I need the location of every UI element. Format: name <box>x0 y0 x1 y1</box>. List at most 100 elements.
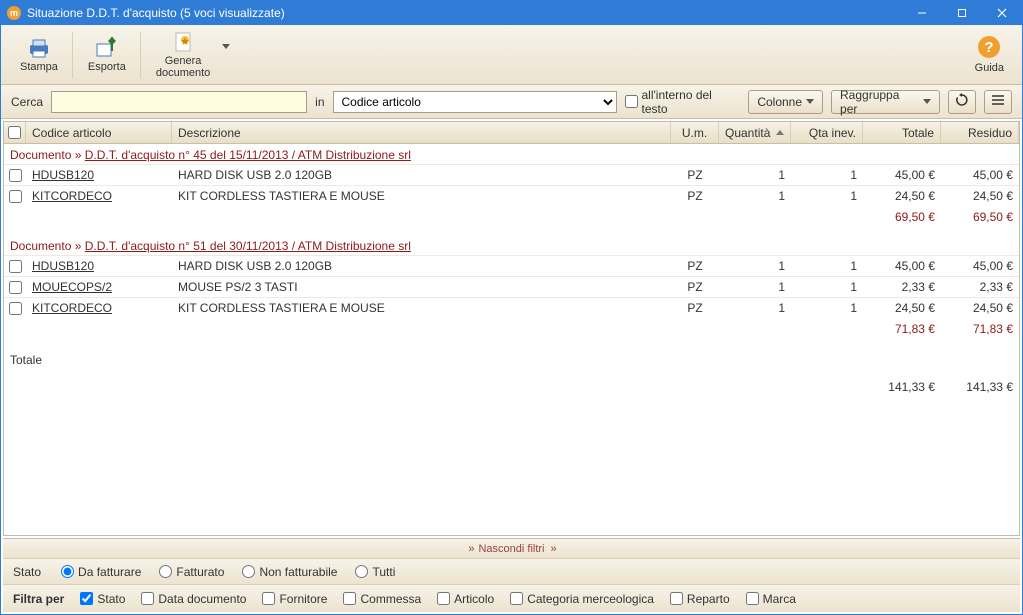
columns-button[interactable]: Colonne <box>748 90 823 114</box>
row-check-cell[interactable] <box>4 298 26 318</box>
row-checkbox[interactable] <box>9 169 22 182</box>
hamburger-icon <box>991 94 1005 109</box>
cell-total: 2,33 € <box>863 277 941 297</box>
cell-residuo: 24,50 € <box>941 186 1019 206</box>
chk-marca[interactable]: Marca <box>746 592 796 606</box>
grand-total-row: 141,33 €141,33 € <box>4 375 1019 399</box>
maximize-button[interactable] <box>942 1 982 25</box>
printer-icon <box>25 36 53 60</box>
row-checkbox[interactable] <box>9 260 22 273</box>
generate-doc-button[interactable]: Genera documento <box>145 28 220 81</box>
cell-qty: 1 <box>719 298 791 318</box>
select-all-checkbox[interactable] <box>8 126 21 139</box>
radio-fatturato[interactable]: Fatturato <box>159 565 224 579</box>
group-header: Documento » D.D.T. d'acquisto n° 45 del … <box>4 144 1019 164</box>
select-all-cell[interactable] <box>4 122 26 143</box>
grand-total-residuo: 141,33 € <box>941 375 1019 399</box>
row-check-cell[interactable] <box>4 277 26 297</box>
hide-filters-label: Nascondi filtri <box>478 543 544 555</box>
chk-articolo[interactable]: Articolo <box>437 592 494 606</box>
code-link[interactable]: HDUSB120 <box>32 259 94 273</box>
chk-fornitore[interactable]: Fornitore <box>262 592 327 606</box>
chk-reparto[interactable]: Reparto <box>670 592 730 606</box>
search-field-combo[interactable]: Codice articolo <box>333 91 617 113</box>
cell-desc: MOUSE PS/2 3 TASTI <box>172 277 671 297</box>
export-button[interactable]: Esporta <box>77 34 136 75</box>
cell-qty: 1 <box>719 256 791 276</box>
group-link[interactable]: D.D.T. d'acquisto n° 45 del 15/11/2013 /… <box>85 148 411 162</box>
row-checkbox[interactable] <box>9 190 22 203</box>
header-qtainev[interactable]: Qta inev. <box>791 122 863 143</box>
header-total[interactable]: Totale <box>863 122 941 143</box>
row-check-cell[interactable] <box>4 186 26 206</box>
main-toolbar: Stampa Esporta Genera documento ? Guida <box>1 25 1022 85</box>
minimize-button[interactable] <box>902 1 942 25</box>
inside-text-checkbox[interactable] <box>625 95 638 108</box>
cell-residuo: 45,00 € <box>941 256 1019 276</box>
header-code[interactable]: Codice articolo <box>26 122 172 143</box>
close-button[interactable] <box>982 1 1022 25</box>
group-header: Documento » D.D.T. d'acquisto n° 51 del … <box>4 235 1019 255</box>
table-row[interactable]: MOUECOPS/2MOUSE PS/2 3 TASTIPZ112,33 €2,… <box>4 276 1019 297</box>
code-link[interactable]: HDUSB120 <box>32 168 94 182</box>
header-qty[interactable]: Quantità <box>719 122 791 143</box>
code-link[interactable]: KITCORDECO <box>32 189 112 203</box>
cell-qty: 1 <box>719 165 791 185</box>
chk-stato[interactable]: Stato <box>80 592 125 606</box>
cell-desc: KIT CORDLESS TASTIERA E MOUSE <box>172 298 671 318</box>
help-icon: ? <box>977 35 1001 62</box>
cell-qtainev: 1 <box>791 256 863 276</box>
subtotal-residuo: 69,50 € <box>941 206 1019 227</box>
print-button[interactable]: Stampa <box>9 34 68 75</box>
menu-button[interactable] <box>984 90 1012 114</box>
radio-da-fatturare[interactable]: Da fatturare <box>61 565 141 579</box>
gendoc-icon <box>169 30 197 54</box>
table-row[interactable]: HDUSB120HARD DISK USB 2.0 120GBPZ1145,00… <box>4 255 1019 276</box>
table-row[interactable]: KITCORDECOKIT CORDLESS TASTIERA E MOUSEP… <box>4 297 1019 318</box>
row-checkbox[interactable] <box>9 281 22 294</box>
cell-um: PZ <box>671 277 719 297</box>
columns-label: Colonne <box>757 95 802 109</box>
radio-tutti[interactable]: Tutti <box>355 565 395 579</box>
group-prefix: Documento <box>10 239 71 253</box>
group-by-button[interactable]: Raggruppa per <box>831 90 940 114</box>
refresh-button[interactable] <box>948 90 976 114</box>
inside-text-check[interactable]: all'interno del testo <box>625 88 741 116</box>
hide-filters-bar[interactable]: » Nascondi filtri » <box>3 538 1020 558</box>
row-checkbox[interactable] <box>9 302 22 315</box>
cell-qty: 1 <box>719 277 791 297</box>
code-link[interactable]: KITCORDECO <box>32 301 112 315</box>
sort-asc-icon <box>776 130 784 135</box>
cell-um: PZ <box>671 186 719 206</box>
cell-total: 45,00 € <box>863 256 941 276</box>
cell-total: 24,50 € <box>863 298 941 318</box>
grand-total-total: 141,33 € <box>863 375 941 399</box>
double-chevron-down-icon: » <box>551 543 555 555</box>
header-desc[interactable]: Descrizione <box>172 122 671 143</box>
data-grid: Codice articolo Descrizione U.m. Quantit… <box>3 121 1020 536</box>
group-subtotal: 69,50 €69,50 € <box>4 206 1019 227</box>
chk-categoria-merceologica[interactable]: Categoria merceologica <box>510 592 654 606</box>
search-bar: Cerca in Codice articolo all'interno del… <box>1 85 1022 119</box>
cell-qtainev: 1 <box>791 298 863 318</box>
cell-code: MOUECOPS/2 <box>26 277 172 297</box>
filter-stato-row: Stato Da fatturare Fatturato Non fattura… <box>3 558 1020 584</box>
header-um[interactable]: U.m. <box>671 122 719 143</box>
help-button[interactable]: ? Guida <box>965 33 1014 76</box>
cell-code: KITCORDECO <box>26 298 172 318</box>
code-link[interactable]: MOUECOPS/2 <box>32 280 112 294</box>
header-residuo[interactable]: Residuo <box>941 122 1019 143</box>
table-row[interactable]: HDUSB120HARD DISK USB 2.0 120GBPZ1145,00… <box>4 164 1019 185</box>
table-row[interactable]: KITCORDECOKIT CORDLESS TASTIERA E MOUSEP… <box>4 185 1019 206</box>
search-input[interactable] <box>51 91 307 113</box>
row-check-cell[interactable] <box>4 165 26 185</box>
chk-commessa[interactable]: Commessa <box>343 592 421 606</box>
filter-stato-label: Stato <box>13 565 41 579</box>
cell-residuo: 2,33 € <box>941 277 1019 297</box>
gendoc-label: Genera documento <box>156 55 210 79</box>
cell-um: PZ <box>671 165 719 185</box>
radio-non-fatturabile[interactable]: Non fatturabile <box>242 565 337 579</box>
group-link[interactable]: D.D.T. d'acquisto n° 51 del 30/11/2013 /… <box>85 239 411 253</box>
chk-data-documento[interactable]: Data documento <box>141 592 246 606</box>
row-check-cell[interactable] <box>4 256 26 276</box>
